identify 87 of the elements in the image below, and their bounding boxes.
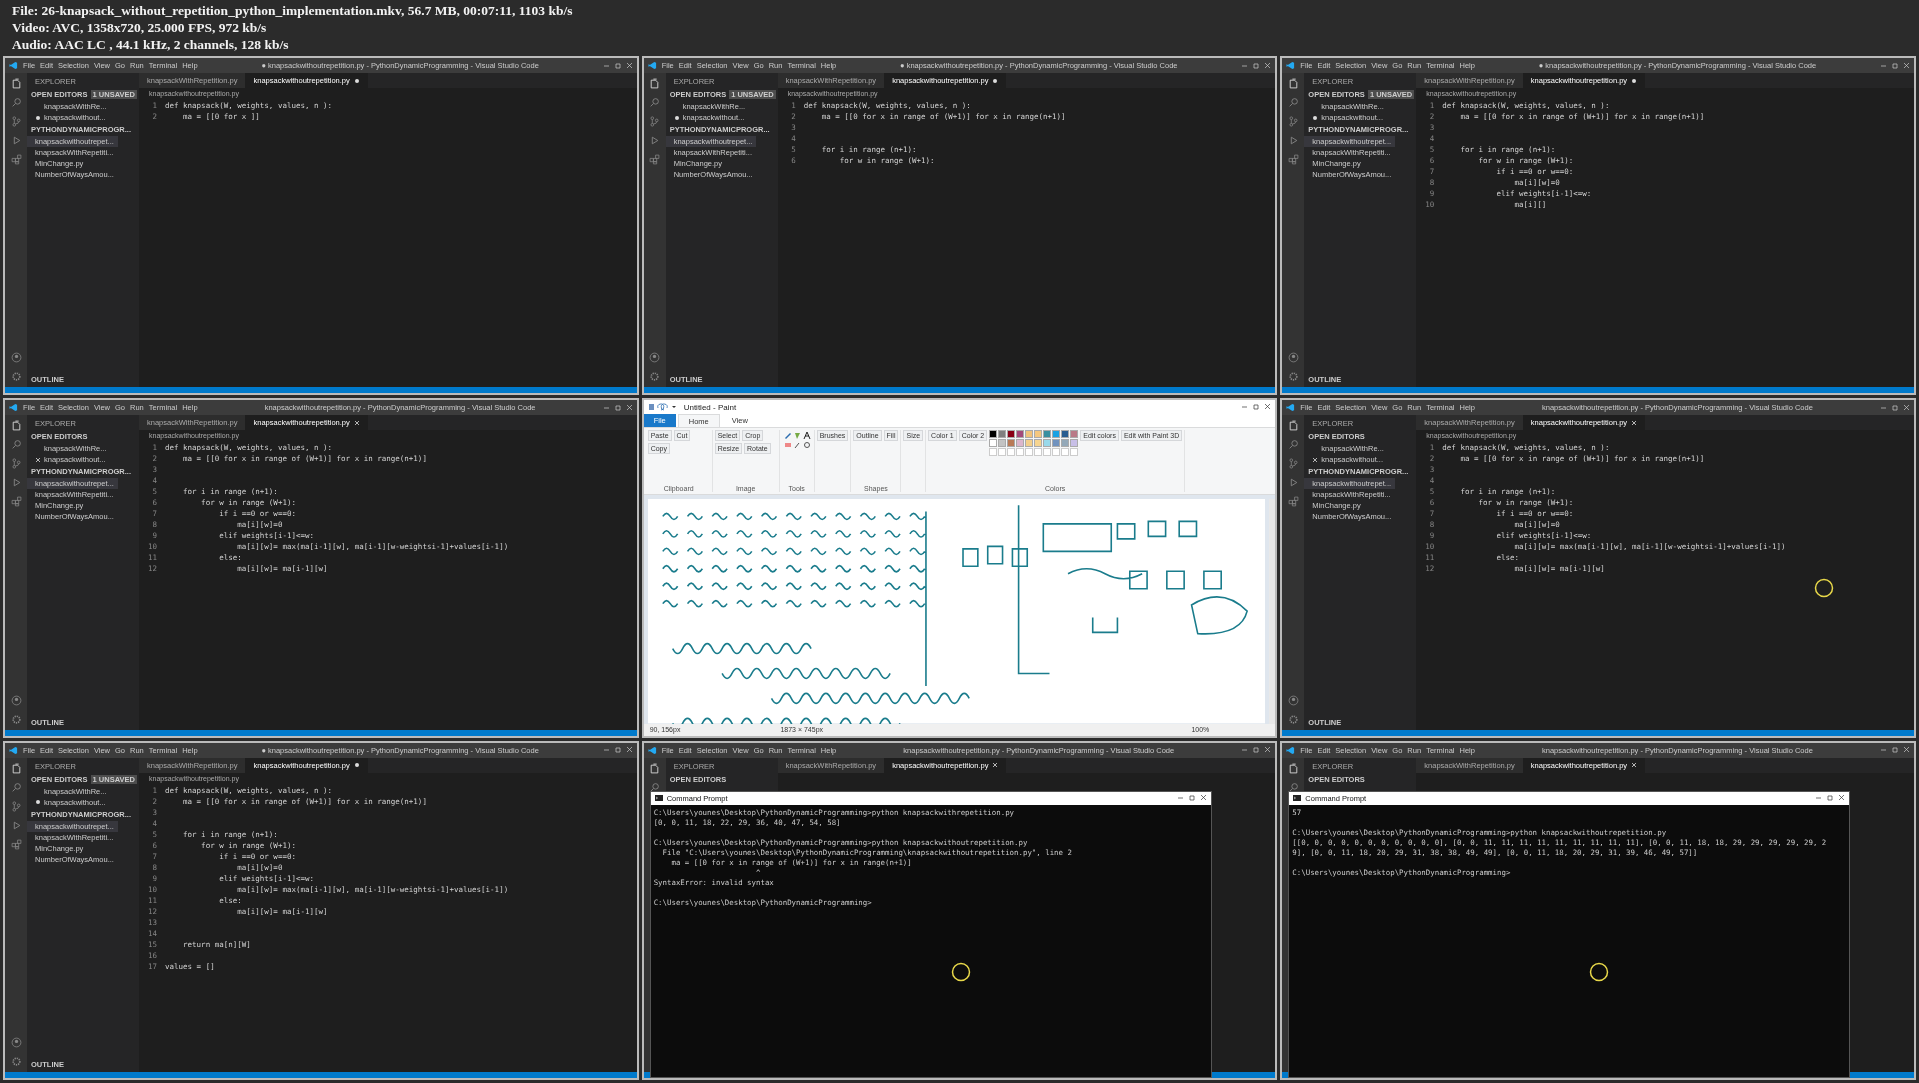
color-swatch[interactable]: [1070, 439, 1079, 448]
color-swatch[interactable]: [1061, 439, 1070, 448]
close-icon[interactable]: [1312, 456, 1319, 463]
branch-icon[interactable]: [10, 116, 22, 127]
color-swatch[interactable]: [1016, 430, 1025, 439]
files-icon[interactable]: [10, 78, 22, 89]
settings-icon[interactable]: [10, 1056, 22, 1067]
settings-icon[interactable]: [1287, 371, 1299, 383]
color-swatch[interactable]: [998, 439, 1007, 448]
color-swatch[interactable]: [1061, 430, 1070, 439]
extensions-icon[interactable]: [10, 496, 22, 508]
color-swatch[interactable]: [1007, 430, 1016, 439]
extensions-icon[interactable]: [1287, 154, 1299, 165]
file-info-line: Audio: AAC LC , 44.1 kHz, 2 channels, 128 kb/s: [12, 36, 290, 53]
branch-icon[interactable]: [649, 116, 661, 127]
color-swatch[interactable]: [1070, 430, 1079, 439]
account-icon[interactable]: [1287, 352, 1299, 364]
window-controls-icon[interactable]: [1241, 403, 1272, 412]
files-icon[interactable]: [1287, 78, 1299, 89]
color-swatch[interactable]: [1043, 430, 1052, 439]
extensions-icon[interactable]: [649, 154, 661, 165]
search-icon[interactable]: [1287, 781, 1299, 793]
branch-icon[interactable]: [1287, 116, 1299, 127]
window-controls-icon[interactable]: [1880, 61, 1910, 70]
color-swatch[interactable]: [1034, 430, 1043, 439]
settings-icon[interactable]: [10, 713, 22, 725]
terminal-icon: [654, 795, 663, 802]
close-icon[interactable]: [1631, 419, 1638, 426]
close-icon[interactable]: [1631, 762, 1638, 769]
window-controls-icon[interactable]: [602, 746, 633, 755]
branch-icon[interactable]: [1287, 458, 1299, 470]
file-info-line: File: 26-knapsack_without_repetition_python_implementation.mkv, 56.7 MB, 00:07:11, 1103 kb/s: [12, 2, 574, 19]
extensions-icon[interactable]: [10, 838, 22, 850]
color-swatch[interactable]: [989, 430, 998, 439]
account-icon[interactable]: [10, 352, 22, 364]
files-icon[interactable]: [649, 762, 661, 774]
color-swatch[interactable]: [989, 439, 998, 448]
app-logo-icon: [1286, 745, 1296, 755]
files-icon[interactable]: [1287, 420, 1299, 432]
color-swatch[interactable]: [1016, 439, 1025, 448]
window-controls-icon[interactable]: [1176, 794, 1207, 803]
window-controls-icon[interactable]: [602, 61, 633, 70]
run-icon[interactable]: [649, 135, 661, 146]
branch-icon[interactable]: [10, 458, 22, 470]
app-logo-icon: [9, 403, 18, 413]
window-controls-icon[interactable]: [1241, 746, 1272, 755]
files-icon[interactable]: [10, 420, 22, 432]
color-swatch[interactable]: [998, 430, 1007, 439]
window-controls-icon[interactable]: [1880, 746, 1910, 755]
settings-icon[interactable]: [10, 371, 22, 383]
branch-icon[interactable]: [10, 800, 22, 812]
window-title: Untitled - Paint: [683, 402, 737, 412]
color-swatch[interactable]: [1025, 430, 1034, 439]
quick-access-icon[interactable]: [647, 403, 678, 412]
app-logo-icon: [1286, 403, 1296, 413]
settings-icon[interactable]: [649, 371, 661, 383]
app-logo-icon: [647, 61, 657, 70]
window-controls-icon[interactable]: [1241, 61, 1272, 70]
close-icon[interactable]: [992, 762, 999, 769]
files-icon[interactable]: [649, 78, 661, 89]
extensions-icon[interactable]: [1287, 496, 1299, 508]
files-icon[interactable]: [1287, 762, 1299, 774]
color-swatch[interactable]: [1052, 430, 1061, 439]
account-icon[interactable]: [1287, 694, 1299, 706]
app-logo-icon: [1286, 61, 1296, 70]
account-icon[interactable]: [10, 1037, 22, 1048]
color-swatch[interactable]: [1007, 439, 1016, 448]
window-controls-icon[interactable]: [1880, 403, 1910, 412]
close-icon[interactable]: [35, 456, 41, 463]
color-swatch[interactable]: [1052, 439, 1061, 448]
settings-icon[interactable]: [1287, 713, 1299, 725]
close-icon[interactable]: [353, 419, 360, 426]
app-logo-icon: [9, 745, 18, 755]
terminal-icon: [1293, 795, 1302, 802]
color-swatch[interactable]: [1025, 439, 1034, 448]
app-logo-icon: [647, 745, 657, 755]
app-logo-icon: [9, 61, 18, 70]
extensions-icon[interactable]: [10, 154, 22, 165]
color-swatch[interactable]: [1043, 439, 1052, 448]
color-swatch[interactable]: [1034, 439, 1043, 448]
files-icon[interactable]: [10, 762, 22, 774]
account-icon[interactable]: [10, 694, 22, 706]
search-icon[interactable]: [649, 781, 661, 793]
window-controls-icon[interactable]: [1815, 794, 1846, 803]
account-icon[interactable]: [649, 352, 661, 364]
file-info-line: Video: AVC, 1358x720, 25.000 FPS, 972 kb/s: [12, 19, 268, 36]
window-controls-icon[interactable]: [602, 403, 633, 412]
